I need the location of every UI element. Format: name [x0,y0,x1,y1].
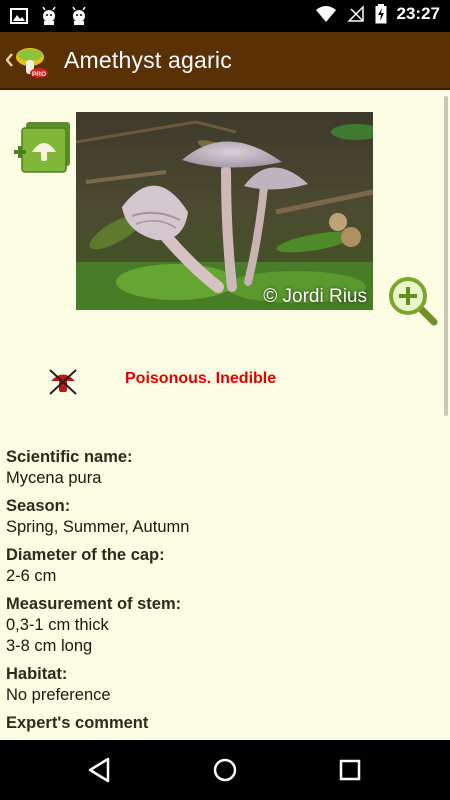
mushroom-photo[interactable]: © Jordi Rius [76,112,373,310]
zoom-in-icon [389,277,438,326]
field-cap-diameter: Diameter of the cap: 2-6 cm [6,544,440,587]
scrollbar[interactable] [444,96,448,416]
pro-badge: PRO [32,71,46,78]
nav-recents-button[interactable] [336,756,364,784]
clock: 23:27 [396,4,440,23]
recents-square-icon [339,759,361,781]
android-debug-icon [42,6,56,25]
field-label: Habitat: [6,665,68,683]
field-label: Season: [6,497,71,515]
mushroom-logo-icon: PRO [5,48,48,78]
field-scientific-name: Scientific name: Mycena pura [6,446,440,489]
field-habitat: Habitat: No preference [6,663,440,706]
info-fields: Scientific name: Mycena pura Season: Spr… [6,446,440,740]
field-value: Mycena pura [6,469,102,487]
app-bar: PRO Amethyst agaric [0,32,450,90]
field-stem-measurement: Measurement of stem: 0,3-1 cm thick 3-8 … [6,593,440,657]
back-button[interactable]: PRO [5,46,50,78]
field-expert-comment: Expert's comment [6,712,440,734]
android-debug-icon [72,6,86,25]
toxicity-label: Poisonous. Inedible [125,370,277,387]
field-value: Spring, Summer, Autumn [6,518,190,536]
add-mushroom-icon [14,122,70,173]
zoom-button[interactable] [386,274,440,328]
no-signal-icon [346,5,364,22]
back-triangle-icon [88,757,110,783]
wifi-icon [315,6,336,22]
battery-charging-icon [375,4,387,24]
field-label: Measurement of stem: [6,595,182,613]
field-value: No preference [6,686,111,704]
field-label: Scientific name: [6,448,133,466]
photo-credit: © Jordi Rius [263,286,367,307]
field-season: Season: Spring, Summer, Autumn [6,495,440,538]
field-value: 2-6 cm [6,567,57,585]
field-label: Expert's comment [6,714,149,732]
field-label: Diameter of the cap: [6,546,165,564]
add-to-collection-button[interactable] [12,118,74,178]
page-title: Amethyst agaric [64,47,232,73]
status-bar: 23:27 [0,0,450,32]
mushroom-detail: © Jordi Rius Poisonous. Inedible Scienti… [0,90,450,740]
field-value: 0,3-1 cm thick 3-8 cm long [6,616,109,655]
image-icon [10,8,28,24]
home-circle-icon [213,758,237,782]
poisonous-icon [46,366,80,398]
mushroom-image [76,112,373,310]
nav-back-button[interactable] [86,756,114,784]
nav-home-button[interactable] [211,756,239,784]
navigation-bar [0,740,450,800]
